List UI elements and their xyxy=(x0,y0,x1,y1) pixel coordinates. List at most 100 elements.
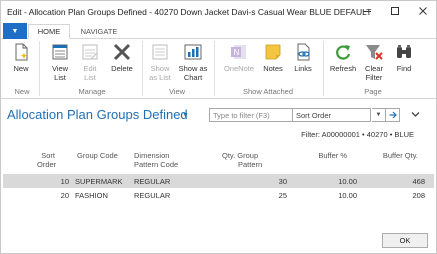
header-dimension-pattern-code[interactable]: Dimension Pattern Code xyxy=(134,151,178,169)
close-button[interactable] xyxy=(409,1,437,21)
header-sort-order-line2: Order xyxy=(37,160,57,169)
tab-navigate[interactable]: NAVIGATE xyxy=(73,24,125,39)
header-qty-group-pattern[interactable]: Qty. Group Pattern xyxy=(216,151,282,169)
group-view-label: View xyxy=(168,87,186,96)
note-icon xyxy=(265,44,281,60)
cell-group-code: FASHION xyxy=(75,191,108,200)
cell-qty-group: 25 xyxy=(278,191,287,200)
notes-button[interactable]: Notes xyxy=(260,41,286,85)
onenote-button[interactable]: N OneNote xyxy=(221,41,257,85)
edit-list-icon xyxy=(82,44,98,60)
onenote-label: OneNote xyxy=(223,64,255,73)
filter-input[interactable]: Type to filter (F3) xyxy=(209,108,292,122)
header-buffer-pct[interactable]: Buffer % xyxy=(291,151,351,160)
cell-qty-group: 30 xyxy=(278,177,287,186)
view-list-label-2: List xyxy=(54,72,66,82)
header-buffer-qty-label: Buffer Qty. xyxy=(382,151,418,160)
cell-buffer-pct: 10.00 xyxy=(338,191,357,200)
sort-dropdown-button[interactable]: ▼ xyxy=(372,108,386,122)
cell-buffer-qty: 468 xyxy=(412,177,425,186)
links-button[interactable]: Links xyxy=(290,41,316,85)
view-list-button[interactable]: View List xyxy=(48,41,72,85)
table-row[interactable]: 10 SUPERMARK REGULAR 30 10.00 468 xyxy=(3,174,434,188)
ribbon: New New View List Edit List Delete Manag… xyxy=(1,39,436,99)
view-list-icon xyxy=(52,44,68,60)
collapse-chevron-icon[interactable] xyxy=(411,110,420,120)
binoculars-icon xyxy=(397,45,411,58)
refresh-label: Refresh xyxy=(329,64,357,73)
chevron-down-icon: ▼ xyxy=(11,27,19,35)
header-sort-order-line1: Sort xyxy=(41,151,55,160)
header-buffer-pct-label: Buffer % xyxy=(318,151,347,160)
arrow-right-icon xyxy=(389,111,397,119)
title-bar: Edit - Allocation Plan Groups Defined - … xyxy=(1,1,436,23)
cell-buffer-pct: 10.00 xyxy=(338,177,357,186)
new-document-icon xyxy=(15,43,28,61)
header-buffer-qty[interactable]: Buffer Qty. xyxy=(351,151,426,160)
header-qty-line2: Pattern xyxy=(238,160,263,169)
sort-select[interactable]: Sort Order xyxy=(292,108,371,122)
minimize-button[interactable] xyxy=(353,1,381,21)
clear-filter-icon xyxy=(366,45,383,60)
application-menu-button[interactable]: ▼ xyxy=(3,23,27,39)
list-icon xyxy=(152,44,168,60)
cell-dimension-pattern: REGULAR xyxy=(134,191,171,200)
show-as-chart-button[interactable]: Show as Chart xyxy=(177,41,209,85)
apply-filter-button[interactable] xyxy=(386,108,400,122)
refresh-button[interactable]: Refresh xyxy=(328,41,358,85)
ok-button[interactable]: OK xyxy=(382,233,428,248)
group-new-label: New xyxy=(14,87,30,96)
notes-label: Notes xyxy=(263,64,283,73)
ribbon-separator xyxy=(142,41,143,96)
header-sort-order[interactable]: Sort Order xyxy=(37,151,57,169)
group-manage-label: Manage xyxy=(78,87,106,96)
ribbon-separator xyxy=(214,41,215,96)
header-dimension-line2: Pattern Code xyxy=(134,160,179,169)
delete-x-icon xyxy=(113,43,131,61)
chevron-down-icon: ▼ xyxy=(375,112,382,118)
header-dimension-line1: Dimension xyxy=(134,151,170,160)
title-dropdown-icon[interactable]: ▼ xyxy=(182,112,189,119)
cell-sort-order: 20 xyxy=(60,191,69,200)
window-title: Edit - Allocation Plan Groups Defined - … xyxy=(7,7,372,17)
cell-sort-order: 10 xyxy=(60,177,69,186)
cell-buffer-qty: 208 xyxy=(412,191,425,200)
onenote-icon: N xyxy=(231,45,246,59)
ribbon-separator xyxy=(39,41,40,96)
show-as-list-button[interactable]: Show as List xyxy=(146,41,174,85)
cell-group-code: SUPERMARK xyxy=(75,177,123,186)
edit-list-button[interactable]: Edit List xyxy=(78,41,102,85)
find-button[interactable]: Find xyxy=(391,41,417,85)
ribbon-separator xyxy=(323,41,324,96)
delete-label: Delete xyxy=(111,64,133,73)
table-row[interactable]: 20 FASHION REGULAR 25 10.00 208 xyxy=(3,188,434,202)
maximize-button[interactable] xyxy=(381,1,409,21)
delete-button[interactable]: Delete xyxy=(107,41,137,85)
group-show-attached-label: Show Attached xyxy=(242,87,294,96)
tab-home[interactable]: HOME xyxy=(28,24,70,39)
clear-filter-label-2: Filter xyxy=(365,72,383,82)
header-group-code-label: Group Code xyxy=(77,151,118,160)
edit-list-label-2: List xyxy=(84,72,96,82)
find-label: Find xyxy=(396,64,412,73)
links-label: Links xyxy=(294,64,312,73)
close-icon xyxy=(419,7,427,15)
new-label: New xyxy=(13,64,29,73)
refresh-icon xyxy=(336,45,351,60)
new-button[interactable]: New xyxy=(9,41,33,85)
show-as-list-label-2: as List xyxy=(149,72,171,82)
filter-summary: Filter: A00000001 • 40270 • BLUE xyxy=(301,130,414,139)
link-icon xyxy=(297,43,310,61)
header-qty-line1: Qty. Group xyxy=(222,151,259,160)
clear-filter-button[interactable]: Clear Filter xyxy=(361,41,387,85)
show-as-chart-label-2: Chart xyxy=(183,72,203,82)
chart-icon xyxy=(184,44,202,60)
cell-dimension-pattern: REGULAR xyxy=(134,177,171,186)
group-page-label: Page xyxy=(364,87,382,96)
page-title: Allocation Plan Groups Defined xyxy=(7,107,188,122)
svg-text:N: N xyxy=(234,48,240,57)
minimize-icon xyxy=(363,11,371,12)
header-group-code[interactable]: Group Code xyxy=(77,151,118,160)
maximize-icon xyxy=(391,7,399,15)
dialog-window: Edit - Allocation Plan Groups Defined - … xyxy=(0,0,437,254)
